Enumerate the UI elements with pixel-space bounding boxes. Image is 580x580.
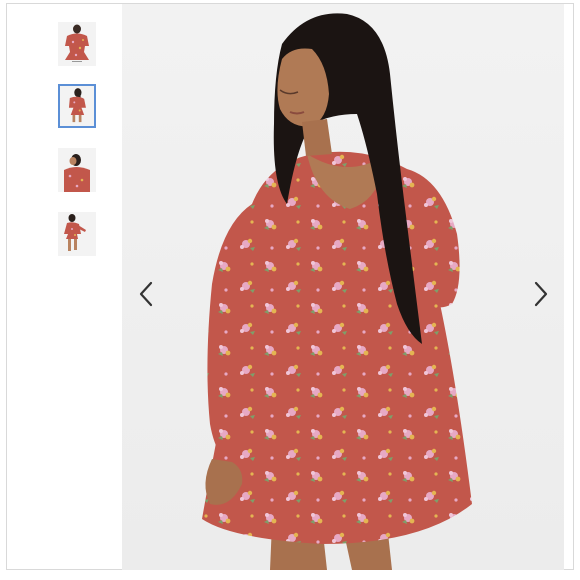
thumbnail-front-view[interactable] (58, 22, 96, 66)
previous-image-button[interactable] (133, 274, 161, 314)
model-back-view-image (122, 4, 564, 570)
chevron-right-icon (534, 281, 548, 307)
thumbnail-side-view[interactable] (58, 148, 96, 192)
frame-border-left (6, 3, 7, 570)
frame-border-right (573, 3, 574, 570)
thumbnail-image (58, 212, 96, 256)
next-image-button[interactable] (526, 274, 554, 314)
chevron-left-icon (139, 281, 153, 307)
thumbnail-image (58, 22, 96, 66)
thumbnail-full-length-view[interactable] (58, 212, 96, 256)
main-product-image[interactable] (122, 4, 564, 570)
thumbnail-back-view[interactable] (58, 84, 96, 128)
thumbnail-image (58, 148, 96, 192)
thumbnail-image (60, 86, 94, 126)
